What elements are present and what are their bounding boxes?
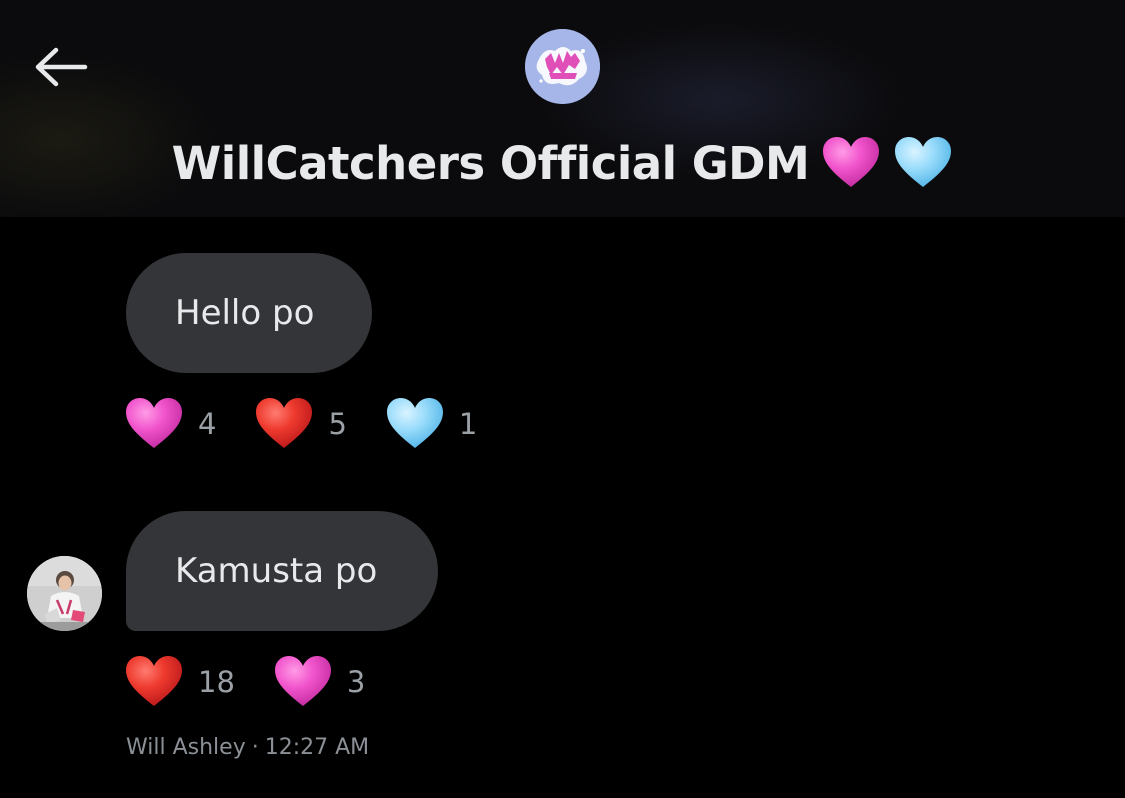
message-meta: Will Ashley · 12:27 AM [126, 735, 369, 760]
chat-title-row[interactable]: WillCatchers Official GDM [0, 128, 1125, 198]
user-avatar-photo [27, 556, 102, 631]
arrow-left-icon [35, 47, 88, 87]
reaction-count: 5 [328, 407, 347, 441]
group-avatar[interactable] [525, 29, 600, 104]
reaction-count: 18 [198, 665, 235, 699]
message-text: Kamusta po [175, 551, 378, 591]
reaction-blue-heart[interactable]: 1 [385, 396, 477, 452]
reaction-pink-heart[interactable]: 4 [124, 396, 216, 452]
pink-heart-icon [126, 398, 182, 448]
message-reactions: 4 5 1 [124, 396, 515, 452]
message-bubble[interactable]: Kamusta po [126, 511, 438, 631]
back-button[interactable] [28, 38, 94, 96]
group-avatar-logo [525, 29, 600, 104]
sender-name[interactable]: Will Ashley [126, 735, 246, 760]
message-text: Hello po [175, 293, 315, 333]
reaction-count: 3 [346, 665, 366, 699]
reaction-count: 4 [198, 407, 217, 441]
chat-title: WillCatchers Official GDM [171, 136, 810, 190]
red-heart-icon [126, 656, 182, 706]
red-heart-icon [256, 398, 313, 448]
avatar[interactable] [27, 556, 102, 631]
reaction-red-heart[interactable]: 5 [254, 396, 347, 452]
light-blue-heart-icon [895, 137, 952, 187]
reaction-red-heart[interactable]: 18 [124, 654, 235, 710]
pink-heart-icon [274, 656, 331, 706]
light-blue-heart-icon [386, 398, 443, 448]
reaction-pink-heart[interactable]: 3 [273, 654, 365, 710]
message-bubble[interactable]: Hello po [126, 253, 372, 373]
chat-screen: WillCatchers Official GDM Hello po 4 5 1 [0, 0, 1125, 798]
message-timestamp: 12:27 AM [264, 735, 370, 760]
chat-header: WillCatchers Official GDM [0, 0, 1125, 217]
pink-heart-icon [823, 137, 880, 187]
reaction-count: 1 [458, 407, 478, 441]
meta-separator: · [251, 735, 259, 760]
message-reactions: 18 3 [124, 654, 403, 710]
